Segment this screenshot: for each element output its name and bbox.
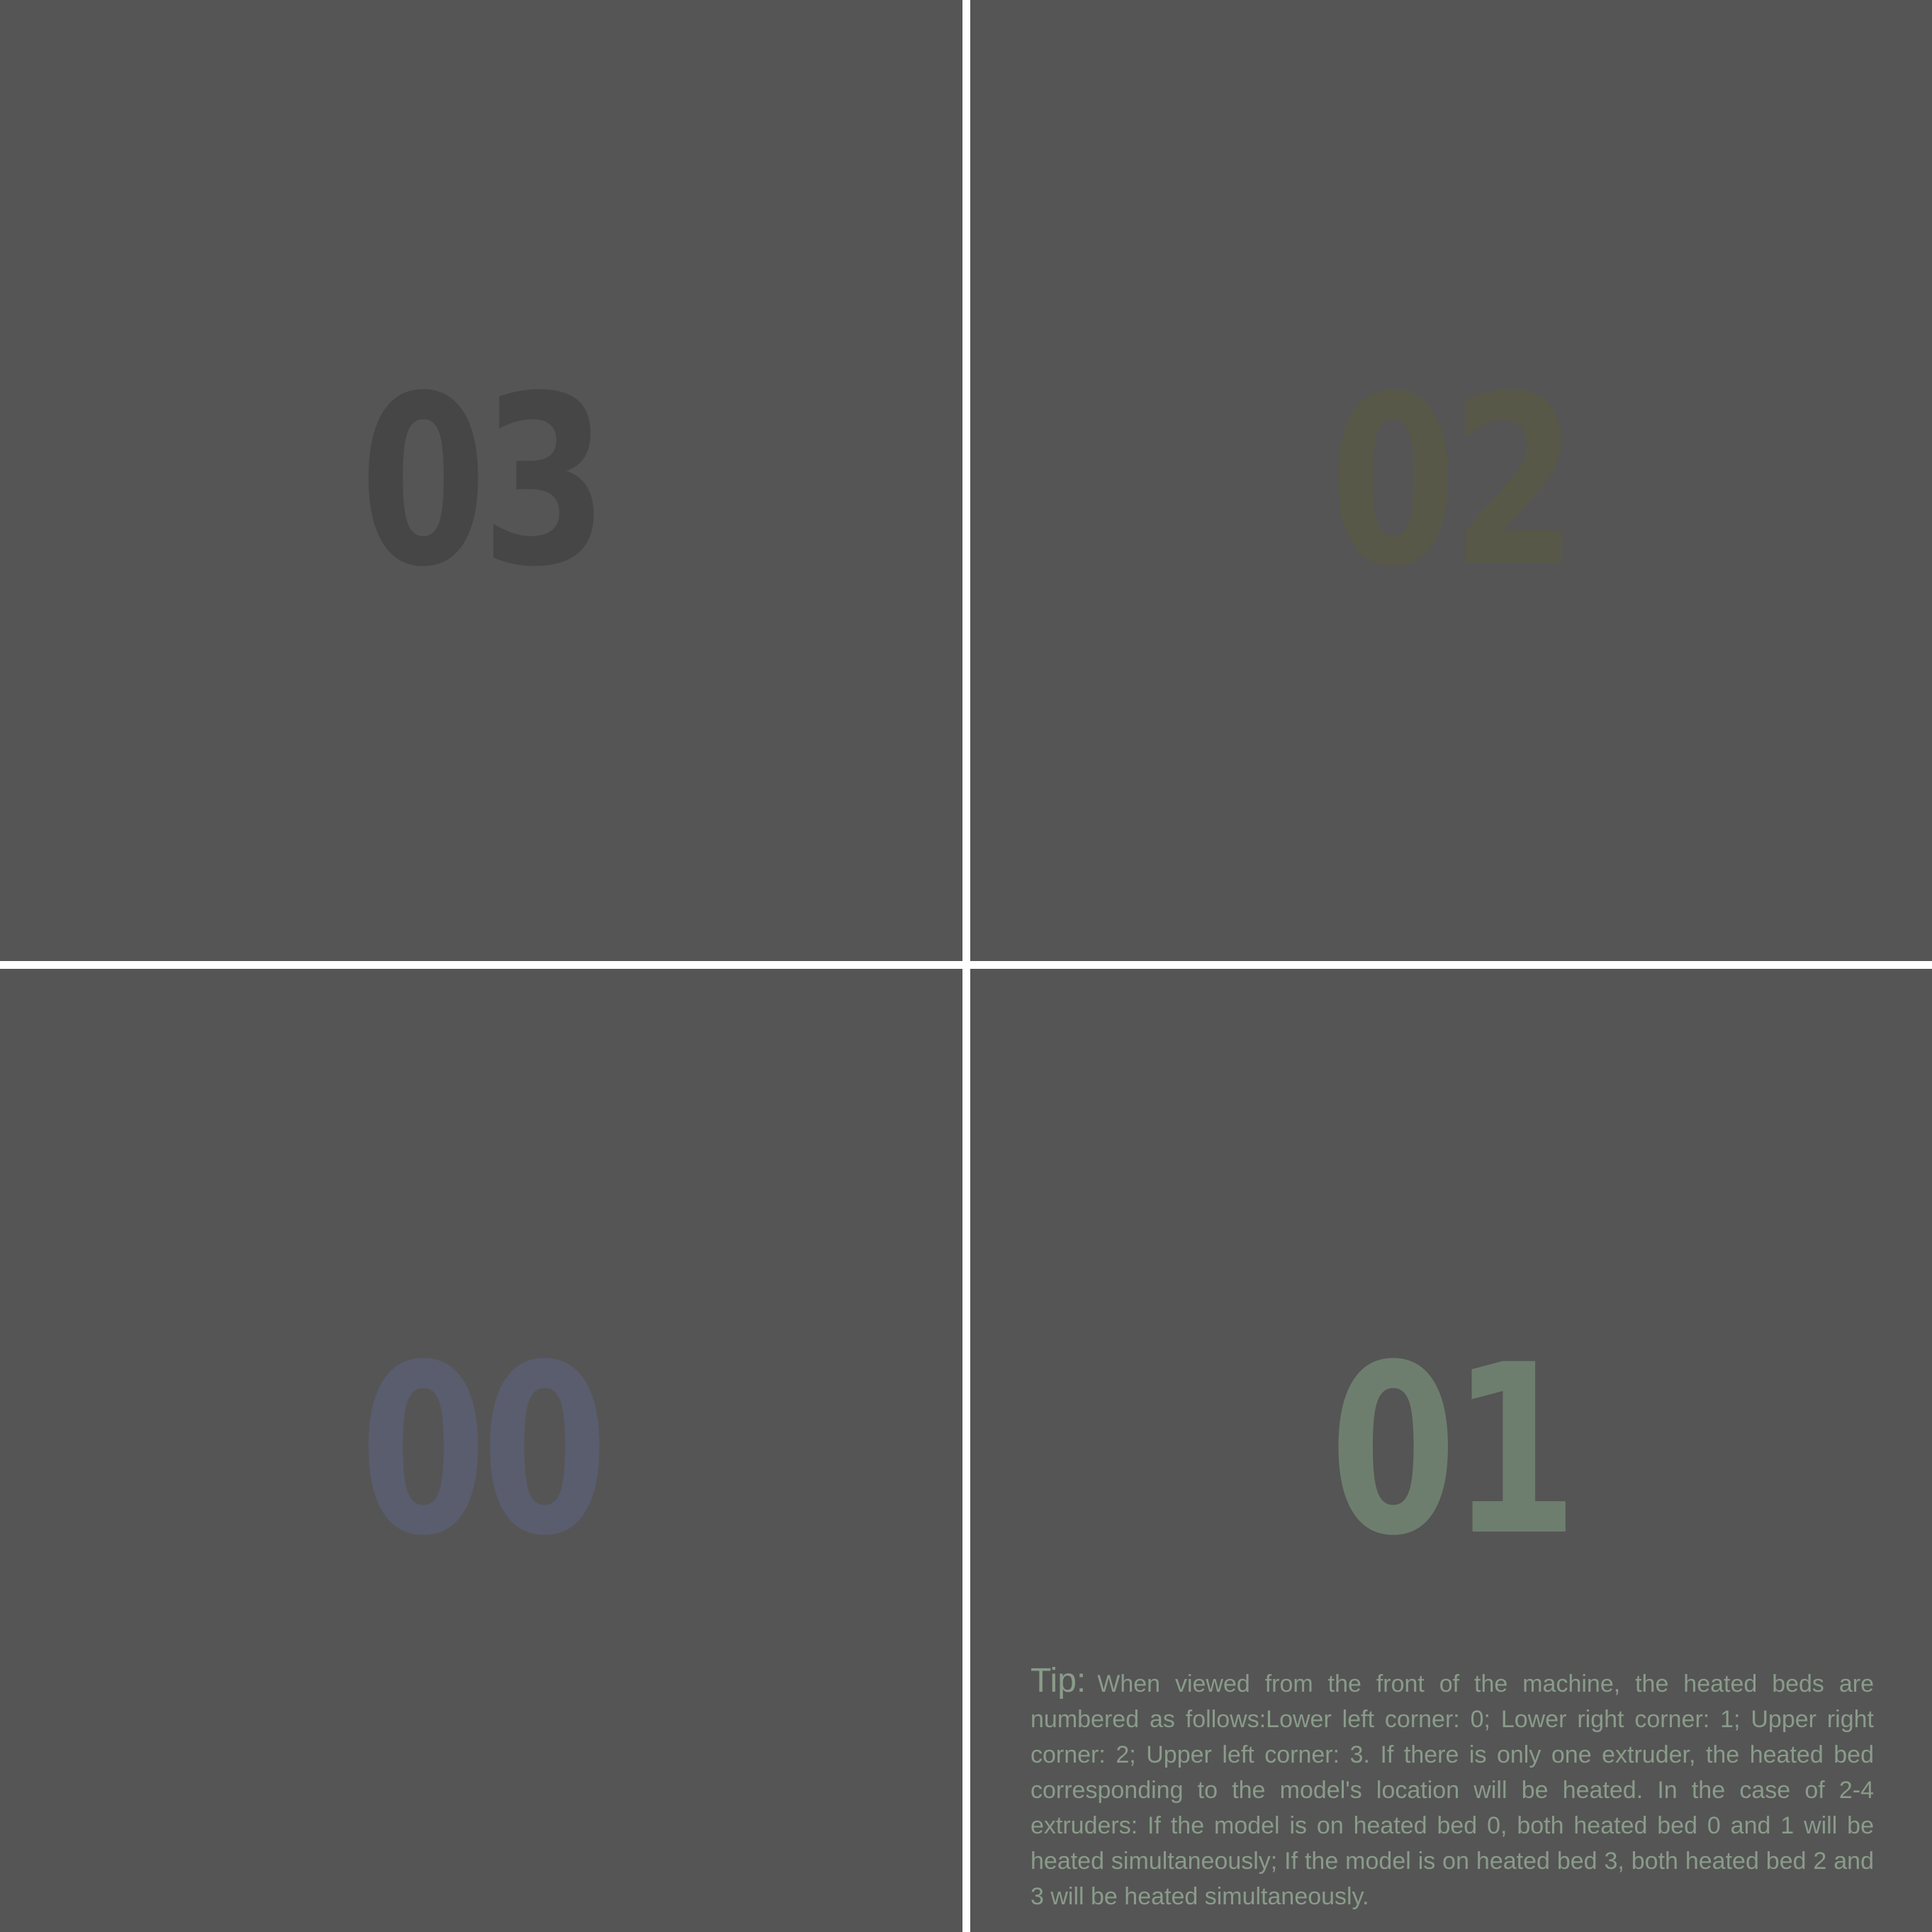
heated-bed-upper-right: 02 — [970, 0, 1932, 961]
heated-bed-layout: 03 02 00 01 Tip: When viewed from the fro… — [0, 0, 1932, 1932]
tip-note: Tip: When viewed from the front of the ma… — [1030, 1663, 1874, 1914]
heated-bed-lower-right: 01 Tip: When viewed from the front of the… — [970, 969, 1932, 1932]
bed-number-00: 00 — [359, 1315, 608, 1587]
tip-label: Tip: — [1030, 1662, 1086, 1700]
bed-number-02: 02 — [1330, 346, 1578, 618]
tip-text: When viewed from the front of the machin… — [1030, 1670, 1874, 1910]
bed-number-03: 03 — [359, 346, 608, 618]
heated-bed-lower-left: 00 — [0, 969, 962, 1932]
bed-number-01: 01 — [1330, 1315, 1578, 1587]
heated-bed-upper-left: 03 — [0, 0, 962, 961]
